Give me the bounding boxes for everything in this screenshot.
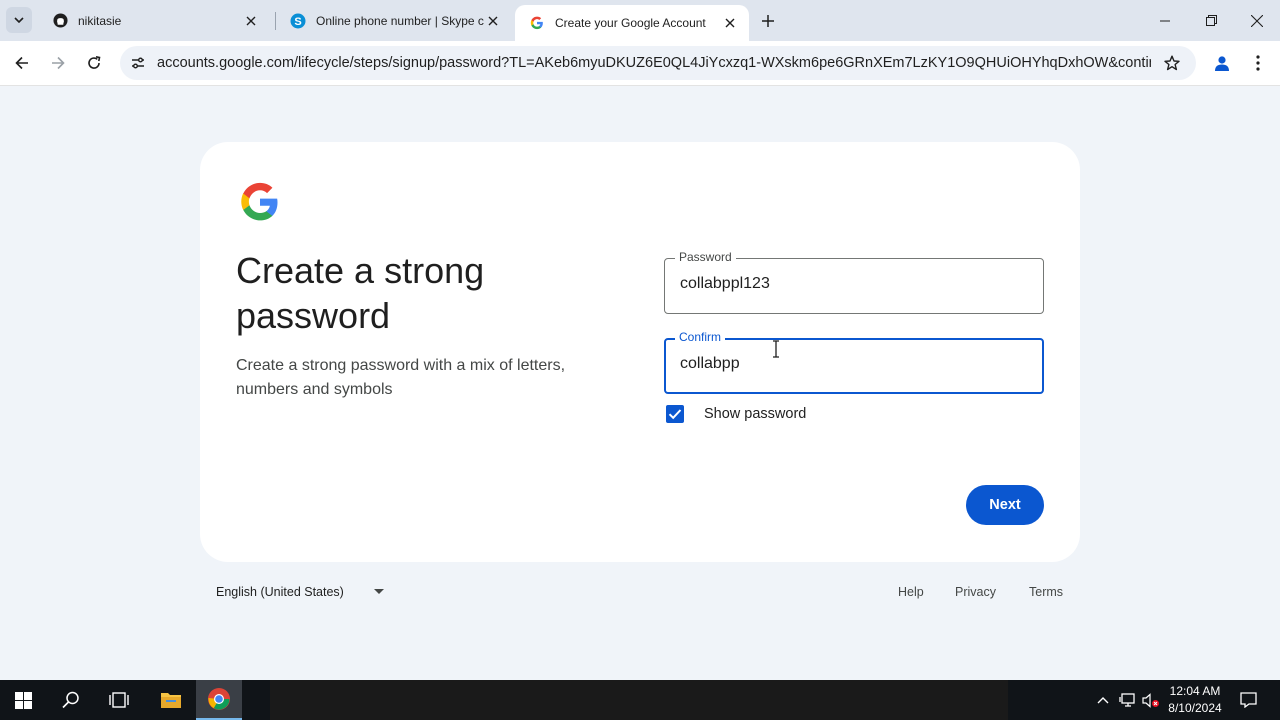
tab-strip: nikitasie S Online phone number | Skype … bbox=[0, 0, 1280, 41]
restore-icon bbox=[1205, 15, 1217, 26]
password-field[interactable]: Password bbox=[664, 250, 1044, 314]
chrome-taskbar-button[interactable] bbox=[196, 680, 242, 720]
close-tab-icon[interactable] bbox=[484, 12, 502, 30]
close-window-button[interactable] bbox=[1234, 0, 1280, 41]
kebab-menu-icon bbox=[1256, 55, 1260, 71]
terms-link[interactable]: Terms bbox=[1029, 585, 1063, 599]
new-tab-button[interactable] bbox=[756, 9, 780, 33]
start-button[interactable] bbox=[0, 680, 46, 720]
confirm-field[interactable]: Confirm bbox=[664, 330, 1044, 394]
show-hidden-icons-button[interactable] bbox=[1092, 680, 1114, 720]
plus-icon bbox=[762, 15, 774, 27]
minimize-button[interactable] bbox=[1142, 0, 1188, 41]
tab-search-button[interactable] bbox=[6, 7, 32, 33]
tab-skype[interactable]: S Online phone number | Skype c bbox=[276, 0, 512, 41]
reload-button[interactable] bbox=[80, 49, 108, 77]
confirm-input[interactable] bbox=[680, 355, 1020, 373]
tab-title: Create your Google Account bbox=[555, 16, 706, 30]
site-settings-icon[interactable] bbox=[128, 53, 148, 73]
network-icon bbox=[1118, 692, 1135, 707]
svg-text:S: S bbox=[294, 16, 301, 28]
url-text[interactable]: accounts.google.com/lifecycle/steps/sign… bbox=[157, 55, 1151, 71]
profile-icon bbox=[1215, 56, 1229, 71]
search-button[interactable] bbox=[48, 680, 94, 720]
bookmark-star-icon[interactable] bbox=[1162, 53, 1182, 73]
show-password-checkbox[interactable] bbox=[666, 405, 684, 423]
search-icon bbox=[62, 691, 79, 709]
volume-muted-icon bbox=[1142, 692, 1159, 708]
back-button[interactable] bbox=[8, 49, 36, 77]
dropdown-arrow-icon bbox=[373, 589, 384, 594]
password-input[interactable] bbox=[680, 275, 1020, 293]
google-icon bbox=[529, 15, 545, 31]
forward-button[interactable] bbox=[44, 49, 72, 77]
network-tray-button[interactable] bbox=[1116, 680, 1138, 720]
file-explorer-button[interactable] bbox=[148, 680, 194, 720]
tab-title: Online phone number | Skype c bbox=[316, 13, 484, 28]
system-clock[interactable]: 12:04 AM 8/10/2024 bbox=[1160, 683, 1230, 717]
chevron-up-icon bbox=[1097, 697, 1109, 704]
checkmark-icon bbox=[668, 409, 682, 420]
text-cursor-icon bbox=[773, 340, 779, 358]
browser-menu-button[interactable] bbox=[1244, 49, 1272, 77]
notification-icon bbox=[1239, 692, 1257, 708]
chrome-icon bbox=[208, 688, 230, 710]
close-tab-icon[interactable] bbox=[721, 14, 739, 32]
task-view-icon bbox=[109, 692, 129, 708]
restore-button[interactable] bbox=[1188, 0, 1234, 41]
privacy-link[interactable]: Privacy bbox=[955, 585, 996, 599]
password-label: Password bbox=[675, 250, 736, 264]
profile-button[interactable] bbox=[1208, 49, 1236, 77]
confirm-label: Confirm bbox=[675, 330, 726, 344]
help-link[interactable]: Help bbox=[898, 585, 924, 599]
signup-card: Create a strong password Create a strong… bbox=[200, 142, 1080, 562]
volume-tray-button[interactable] bbox=[1140, 680, 1162, 720]
forward-arrow-icon bbox=[52, 56, 65, 70]
action-center-button[interactable] bbox=[1236, 680, 1260, 720]
clock-date: 8/10/2024 bbox=[1168, 701, 1222, 715]
close-icon bbox=[1251, 14, 1263, 27]
chevron-down-icon bbox=[14, 17, 24, 23]
task-view-button[interactable] bbox=[96, 680, 142, 720]
github-icon bbox=[52, 13, 68, 29]
show-password-toggle[interactable]: Show password bbox=[666, 405, 806, 423]
close-tab-icon[interactable] bbox=[242, 12, 260, 30]
tab-nikitasie[interactable]: nikitasie bbox=[38, 0, 270, 41]
next-button[interactable]: Next bbox=[966, 485, 1044, 525]
taskbar-empty-area bbox=[270, 680, 1008, 720]
google-logo-icon bbox=[241, 182, 278, 221]
page-title: Create a strong password bbox=[236, 250, 485, 336]
browser-toolbar: accounts.google.com/lifecycle/steps/sign… bbox=[0, 41, 1280, 86]
windows-logo-icon bbox=[14, 691, 32, 709]
tab-title: nikitasie bbox=[78, 13, 122, 28]
language-selector[interactable]: English (United States) bbox=[216, 585, 384, 599]
back-arrow-icon bbox=[15, 56, 28, 70]
show-password-label[interactable]: Show password bbox=[704, 406, 806, 422]
page-description: Create a strong password with a mix of l… bbox=[236, 357, 566, 398]
skype-icon: S bbox=[290, 13, 306, 29]
minimize-icon bbox=[1160, 20, 1170, 21]
reload-icon bbox=[88, 56, 101, 69]
language-label: English (United States) bbox=[216, 585, 344, 599]
tab-google-account[interactable]: Create your Google Account bbox=[515, 5, 749, 41]
address-bar[interactable]: accounts.google.com/lifecycle/steps/sign… bbox=[120, 46, 1196, 80]
taskbar: 12:04 AM 8/10/2024 bbox=[0, 680, 1280, 720]
folder-icon bbox=[161, 693, 181, 708]
clock-time: 12:04 AM bbox=[1169, 684, 1221, 698]
